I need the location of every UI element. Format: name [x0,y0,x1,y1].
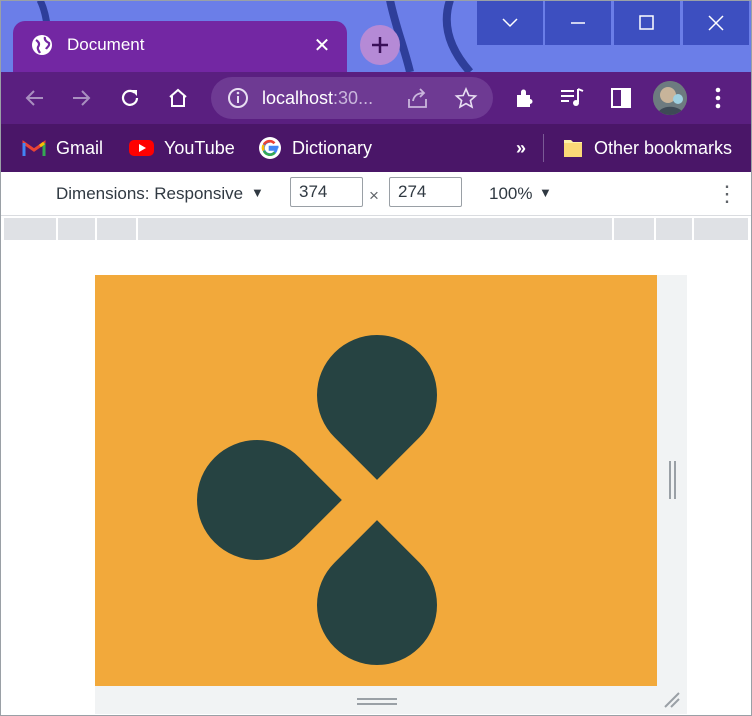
globe-icon [32,35,52,55]
back-icon [25,90,43,106]
close-tab-button[interactable]: ✕ [310,33,334,57]
new-tab-button[interactable] [360,25,400,65]
zoom-dropdown[interactable]: 100% [489,184,532,204]
site-info-icon [228,88,248,108]
forward-button[interactable] [66,82,98,114]
home-button[interactable] [162,82,194,114]
url-host: localhost [262,88,334,108]
google-icon [258,136,282,160]
address-bar[interactable]: localhost:30... [211,77,493,119]
maximize-button[interactable] [614,0,680,45]
ruler-segment[interactable] [56,218,58,240]
extensions-button[interactable] [509,82,541,114]
height-resize-handle[interactable] [357,698,397,705]
ruler-segment[interactable] [654,218,656,240]
times-symbol: × [369,186,379,205]
close-window-button[interactable] [683,0,749,45]
minimize-icon [571,21,585,24]
share-icon[interactable] [406,87,430,109]
side-panel-icon [611,88,631,108]
height-input[interactable] [389,177,462,207]
dimensions-dropdown-arrow[interactable]: ▼ [251,185,264,200]
title-bar: Document ✕ [0,0,752,72]
ruler-segment[interactable] [692,218,694,240]
logo-shapes [197,335,438,665]
tab-title: Document [67,35,145,54]
bookmark-dictionary[interactable]: Dictionary [258,135,372,161]
url-text: localhost:30... [262,88,373,109]
other-bookmarks-folder[interactable]: Other bookmarks [562,135,732,161]
menu-icon [715,87,721,109]
back-button[interactable] [18,82,50,114]
ruler-segment[interactable] [612,218,614,240]
bookmark-youtube[interactable]: YouTube [129,135,235,161]
reload-icon [121,89,139,106]
ruler-segment[interactable] [136,218,138,240]
ruler-segment[interactable] [95,218,97,240]
media-button[interactable] [556,82,588,114]
tab-document[interactable]: Document ✕ [13,21,347,72]
drop-shape-left [197,440,342,560]
bookmarks-overflow-button[interactable]: » [516,135,526,161]
forward-icon [73,90,91,106]
minimize-button[interactable] [545,0,611,45]
bookmark-label: Dictionary [292,137,373,158]
corner-resize-handle[interactable] [662,690,682,710]
dimensions-dropdown[interactable]: Dimensions: Responsive [56,184,243,204]
other-bookmarks-label: Other bookmarks [594,137,733,158]
drop-shape-top [317,335,438,480]
reload-button[interactable] [114,82,146,114]
media-icon [561,88,584,106]
home-icon [169,88,187,107]
width-input[interactable] [290,177,363,207]
bookmarks-divider [543,134,544,162]
avatar-image [653,81,687,115]
drop-shape-bottom [317,520,438,665]
maximize-icon [639,14,654,30]
gmail-icon [22,139,46,157]
plus-icon [372,37,388,53]
browser-menu-button[interactable] [702,82,734,114]
zoom-dropdown-arrow[interactable]: ▼ [539,185,552,200]
bookmarks-bar: Gmail YouTube Dictionary » Other bookmar… [0,124,752,172]
folder-icon [562,137,584,159]
bookmark-gmail[interactable]: Gmail [22,135,103,161]
bookmark-label: Gmail [56,137,104,158]
device-toolbar: Dimensions: Responsive ▼ × 100% ▼ ⋮ [0,173,752,216]
width-resize-handle[interactable] [669,461,676,499]
profile-avatar[interactable] [653,81,687,115]
youtube-icon [129,139,154,157]
close-icon [708,14,724,31]
chevron-down-icon [502,17,518,27]
bookmark-label: YouTube [164,137,235,158]
url-rest: :30... [333,88,374,108]
tab-search-button[interactable] [477,0,543,45]
page-viewport [95,275,657,686]
extensions-icon [517,89,533,107]
star-icon[interactable] [454,87,478,109]
browser-toolbar: localhost:30... [0,72,752,124]
media-query-ruler[interactable] [4,218,748,240]
side-panel-button[interactable] [605,82,637,114]
more-options-button[interactable]: ⋮ [716,181,738,207]
